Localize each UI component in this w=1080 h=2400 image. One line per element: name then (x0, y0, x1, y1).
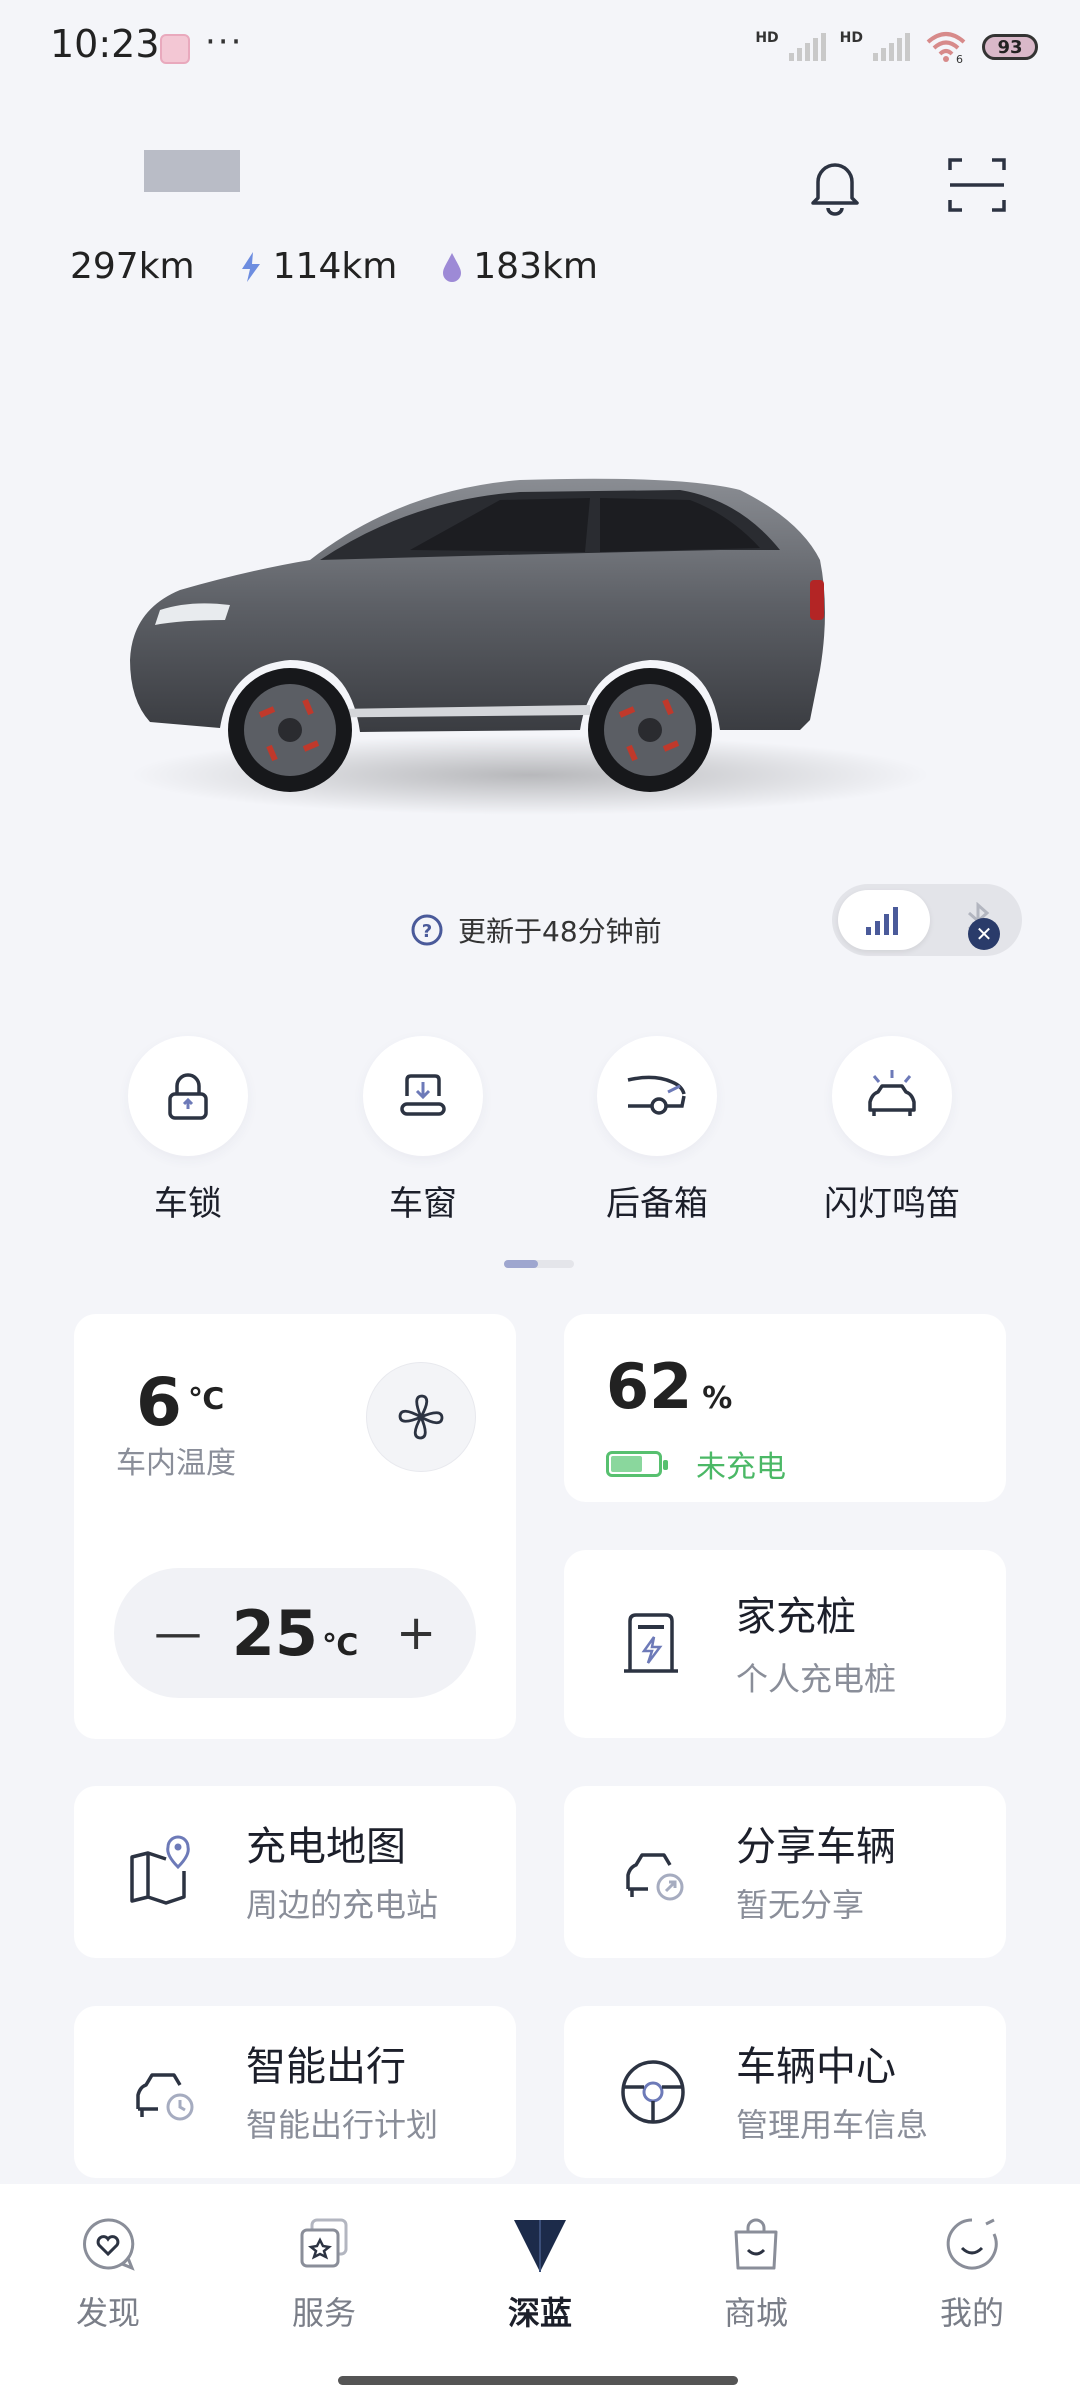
nav-service-label: 服务 (291, 2294, 356, 2332)
fan-icon (398, 1394, 444, 1440)
vehicle-name-redacted (144, 150, 240, 192)
scan-icon (948, 158, 1006, 212)
cell-signal-icon (873, 33, 910, 61)
home-charger-card[interactable]: 家充桩 个人充电桩 (564, 1550, 1006, 1738)
wifi-icon: 6 (926, 32, 966, 64)
total-range: 297km (70, 246, 195, 287)
status-time: 10:23 (50, 22, 160, 66)
svg-text:?: ? (422, 921, 432, 942)
trunk-action[interactable]: 后备箱 (562, 1036, 752, 1225)
status-indicators: HD HD 6 93 (755, 30, 1038, 64)
hd-label: HD (755, 30, 779, 46)
smart-trip-icon (136, 2073, 194, 2121)
fan-button[interactable] (366, 1362, 476, 1472)
share-car-card[interactable]: 分享车辆 暂无分享 (564, 1786, 1006, 1958)
nav-deepal[interactable]: 深蓝 (470, 2214, 610, 2334)
lock-action[interactable]: 车锁 (93, 1036, 283, 1225)
more-notifications-icon: ··· (205, 22, 244, 62)
scan-button[interactable] (942, 150, 1012, 224)
signal-bars-icon (866, 907, 898, 935)
share-car-icon (626, 1853, 684, 1901)
notification-button[interactable] (800, 150, 870, 224)
flash-horn-action[interactable]: 闪灯鸣笛 (797, 1036, 987, 1225)
temperature-increase-button[interactable]: + (396, 1605, 436, 1661)
nav-discover-label: 发现 (75, 2294, 140, 2332)
home-indicator[interactable] (338, 2376, 738, 2385)
page-indicator (504, 1260, 574, 1268)
electric-bolt-icon (241, 251, 260, 282)
vehicle-center-sub: 管理用车信息 (736, 2106, 929, 2144)
home-charger-title: 家充桩 (736, 1594, 856, 1640)
window-icon (400, 1074, 446, 1116)
lock-label: 车锁 (154, 1184, 222, 1224)
smart-trip-card[interactable]: 智能出行 智能出行计划 (74, 2006, 516, 2178)
temperature-control: — 25 ℃ + (114, 1568, 476, 1698)
vehicle-image (130, 478, 930, 815)
flash-horn-icon (868, 1070, 916, 1116)
cellular-option[interactable] (838, 890, 930, 950)
target-temperature: 25 ℃ (231, 1596, 359, 1670)
cabin-temperature: 6 ℃ (136, 1364, 225, 1441)
cell-signal-icon (788, 33, 826, 61)
nav-service[interactable]: 服务 (254, 2214, 394, 2334)
charging-map-card[interactable]: 充电地图 周边的充电站 (74, 1786, 516, 1958)
nav-shop-label: 商城 (723, 2294, 788, 2332)
shop-icon (734, 2218, 778, 2270)
charging-status: 未充电 (606, 1442, 786, 1486)
battery-indicator: 93 (982, 34, 1038, 60)
cabin-temperature-label: 车内温度 (116, 1446, 236, 1481)
smart-trip-title: 智能出行 (246, 2044, 406, 2090)
bluetooth-disconnected-icon: ✕ (968, 918, 1000, 950)
bluetooth-option[interactable]: ✕ (964, 901, 1000, 950)
hd-label: HD (839, 30, 863, 46)
share-car-sub: 暂无分享 (736, 1886, 865, 1924)
nav-shop[interactable]: 商城 (686, 2214, 826, 2334)
fuel-drop-icon (443, 252, 462, 282)
fuel-range: 183km (473, 246, 598, 287)
profile-icon (946, 2218, 998, 2270)
battery-icon (606, 1451, 668, 1477)
lock-icon (168, 1073, 208, 1120)
connection-toggle[interactable]: ✕ (832, 884, 1022, 956)
app-notification-icon (160, 34, 190, 64)
charging-map-sub: 周边的充电站 (246, 1886, 439, 1924)
bell-icon (811, 163, 859, 216)
range-summary: 297km 114km 183km (70, 246, 598, 287)
flash-horn-label: 闪灯鸣笛 (824, 1184, 960, 1224)
smart-trip-sub: 智能出行计划 (246, 2106, 439, 2144)
trunk-icon (627, 1075, 686, 1115)
last-updated[interactable]: ? 更新于48分钟前 (410, 910, 662, 950)
charging-status-text: 未充电 (696, 1450, 786, 1485)
last-updated-text: 更新于48分钟前 (458, 915, 662, 948)
steering-wheel-icon (621, 2060, 685, 2124)
home-charger-sub: 个人充电桩 (736, 1660, 897, 1698)
trunk-label: 后备箱 (606, 1184, 708, 1224)
temperature-decrease-button[interactable]: — (154, 1605, 202, 1661)
nav-deepal-label: 深蓝 (507, 2294, 572, 2332)
vehicle-center-card[interactable]: 车辆中心 管理用车信息 (564, 2006, 1006, 2178)
nav-profile[interactable]: 我的 (902, 2214, 1042, 2334)
electric-range: 114km (272, 246, 398, 287)
battery-percent: 62% (606, 1350, 733, 1423)
bottom-navigation: 发现 服务 深蓝 商城 我的 (0, 2184, 1080, 2400)
help-icon: ? (411, 914, 443, 946)
charging-map-icon (130, 1835, 190, 1905)
nav-profile-label: 我的 (939, 2294, 1004, 2332)
nav-discover[interactable]: 发现 (38, 2214, 178, 2334)
charging-map-title: 充电地图 (246, 1824, 406, 1870)
climate-card[interactable]: 6 ℃ 车内温度 — 25 ℃ + (74, 1314, 516, 1739)
battery-card[interactable]: 62% 未充电 (564, 1314, 1006, 1502)
service-icon (300, 2218, 348, 2268)
vehicle-center-title: 车辆中心 (736, 2044, 896, 2090)
deepal-logo-icon (514, 2220, 566, 2272)
wifi-level: 6 (956, 53, 963, 64)
home-charger-icon (624, 1613, 678, 1673)
share-car-title: 分享车辆 (736, 1824, 896, 1870)
window-action[interactable]: 车窗 (328, 1036, 518, 1225)
window-label: 车窗 (389, 1184, 457, 1224)
discover-icon (83, 2218, 135, 2271)
